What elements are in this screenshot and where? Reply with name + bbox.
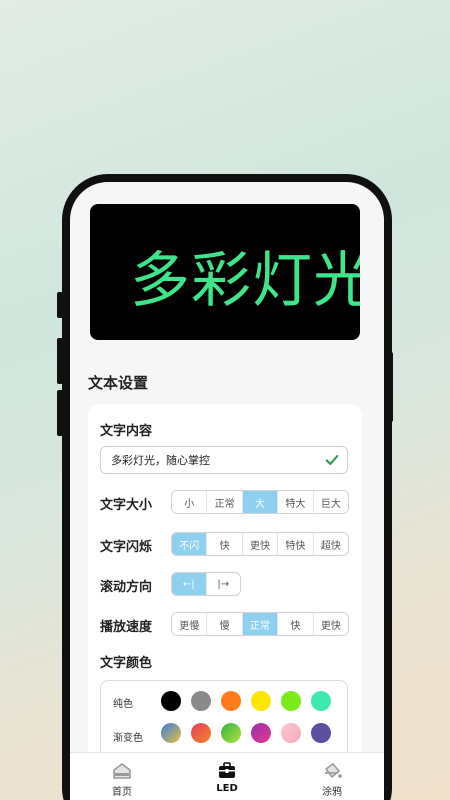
direction-option-left[interactable]: ←| <box>172 573 207 595</box>
led-preview-text: 多彩灯光 <box>130 246 360 316</box>
solid-color-swatch[interactable] <box>191 691 211 711</box>
gradient-color-swatch[interactable] <box>251 723 271 743</box>
size-option-small[interactable]: 小 <box>172 491 208 513</box>
speed-option-slow[interactable]: 慢 <box>207 613 243 635</box>
size-option-xlarge[interactable]: 特大 <box>278 491 314 513</box>
solid-color-swatch[interactable] <box>311 691 331 711</box>
speed-option-faster[interactable]: 更快 <box>314 613 348 635</box>
size-option-huge[interactable]: 巨大 <box>314 491 348 513</box>
gradient-color-swatch[interactable] <box>221 723 241 743</box>
phone-side-button <box>57 338 63 384</box>
solid-color-swatch[interactable] <box>281 691 301 711</box>
gradient-color-swatch[interactable] <box>311 723 331 743</box>
paint-bucket-icon <box>325 763 342 778</box>
phone-side-button <box>57 292 63 318</box>
size-option-large[interactable]: 大 <box>242 491 279 513</box>
phone-screen: 多彩灯光 文本设置 文字内容 文字大小 小 正常 大 特大 巨大 文字闪烁 不闪… <box>70 182 384 800</box>
blink-option-faster[interactable]: 更快 <box>243 533 279 555</box>
scroll-direction-label: 滚动方向 <box>100 580 153 595</box>
text-size-label: 文字大小 <box>100 498 153 513</box>
gradient-color-swatch[interactable] <box>161 723 181 743</box>
text-size-segmented: 小 正常 大 特大 巨大 <box>171 490 349 514</box>
speed-option-normal[interactable]: 正常 <box>242 613 279 635</box>
phone-side-button <box>57 390 63 436</box>
text-blink-label: 文字闪烁 <box>100 540 153 555</box>
speed-option-slower[interactable]: 更慢 <box>172 613 208 635</box>
tab-home-label: 首页 <box>112 787 132 798</box>
text-content-field[interactable] <box>100 446 348 474</box>
led-preview: 多彩灯光 <box>90 204 360 340</box>
briefcase-icon <box>219 762 235 778</box>
play-speed-label: 播放速度 <box>100 620 153 635</box>
section-title: 文本设置 <box>88 374 149 392</box>
tab-home[interactable]: 首页 <box>82 761 162 798</box>
gradient-color-swatch[interactable] <box>281 723 301 743</box>
text-content-label: 文字内容 <box>100 424 153 439</box>
scroll-direction-segmented: ←| |→ <box>171 572 241 596</box>
gradient-color-label: 渐变色 <box>113 733 143 744</box>
bottom-tab-bar: 首页 LED 涂鸦 <box>70 752 384 800</box>
tab-doodle[interactable]: 涂鸦 <box>292 761 372 798</box>
solid-color-swatch[interactable] <box>221 691 241 711</box>
home-icon <box>113 763 131 779</box>
text-color-label: 文字颜色 <box>100 656 153 671</box>
solid-color-swatch[interactable] <box>251 691 271 711</box>
direction-option-right[interactable]: |→ <box>207 573 241 595</box>
settings-card: 文字内容 文字大小 小 正常 大 特大 巨大 文字闪烁 不闪 快 更快 特快 超… <box>88 404 362 784</box>
solid-color-label: 纯色 <box>113 699 133 710</box>
size-option-normal[interactable]: 正常 <box>207 491 243 513</box>
text-blink-segmented: 不闪 快 更快 特快 超快 <box>171 532 349 556</box>
tab-led-label: LED <box>216 783 238 794</box>
blink-option-none[interactable]: 不闪 <box>172 533 208 555</box>
blink-option-super-fast[interactable]: 超快 <box>314 533 348 555</box>
tab-doodle-label: 涂鸦 <box>322 787 342 798</box>
play-speed-segmented: 更慢 慢 正常 快 更快 <box>171 612 349 636</box>
blink-option-fast[interactable]: 快 <box>207 533 243 555</box>
solid-color-swatch[interactable] <box>161 691 181 711</box>
phone-side-button <box>387 352 393 422</box>
tab-led[interactable]: LED <box>187 761 267 794</box>
speed-option-fast[interactable]: 快 <box>278 613 314 635</box>
blink-option-very-fast[interactable]: 特快 <box>278 533 314 555</box>
check-icon[interactable] <box>325 453 339 467</box>
gradient-color-swatch[interactable] <box>191 723 211 743</box>
text-content-input[interactable] <box>111 453 311 466</box>
